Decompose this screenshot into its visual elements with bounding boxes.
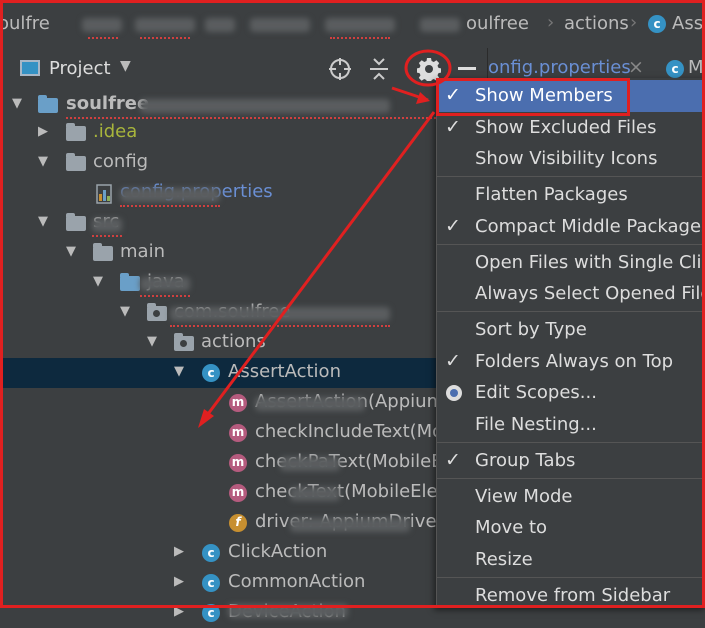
annotation-arrows: [198, 49, 452, 428]
